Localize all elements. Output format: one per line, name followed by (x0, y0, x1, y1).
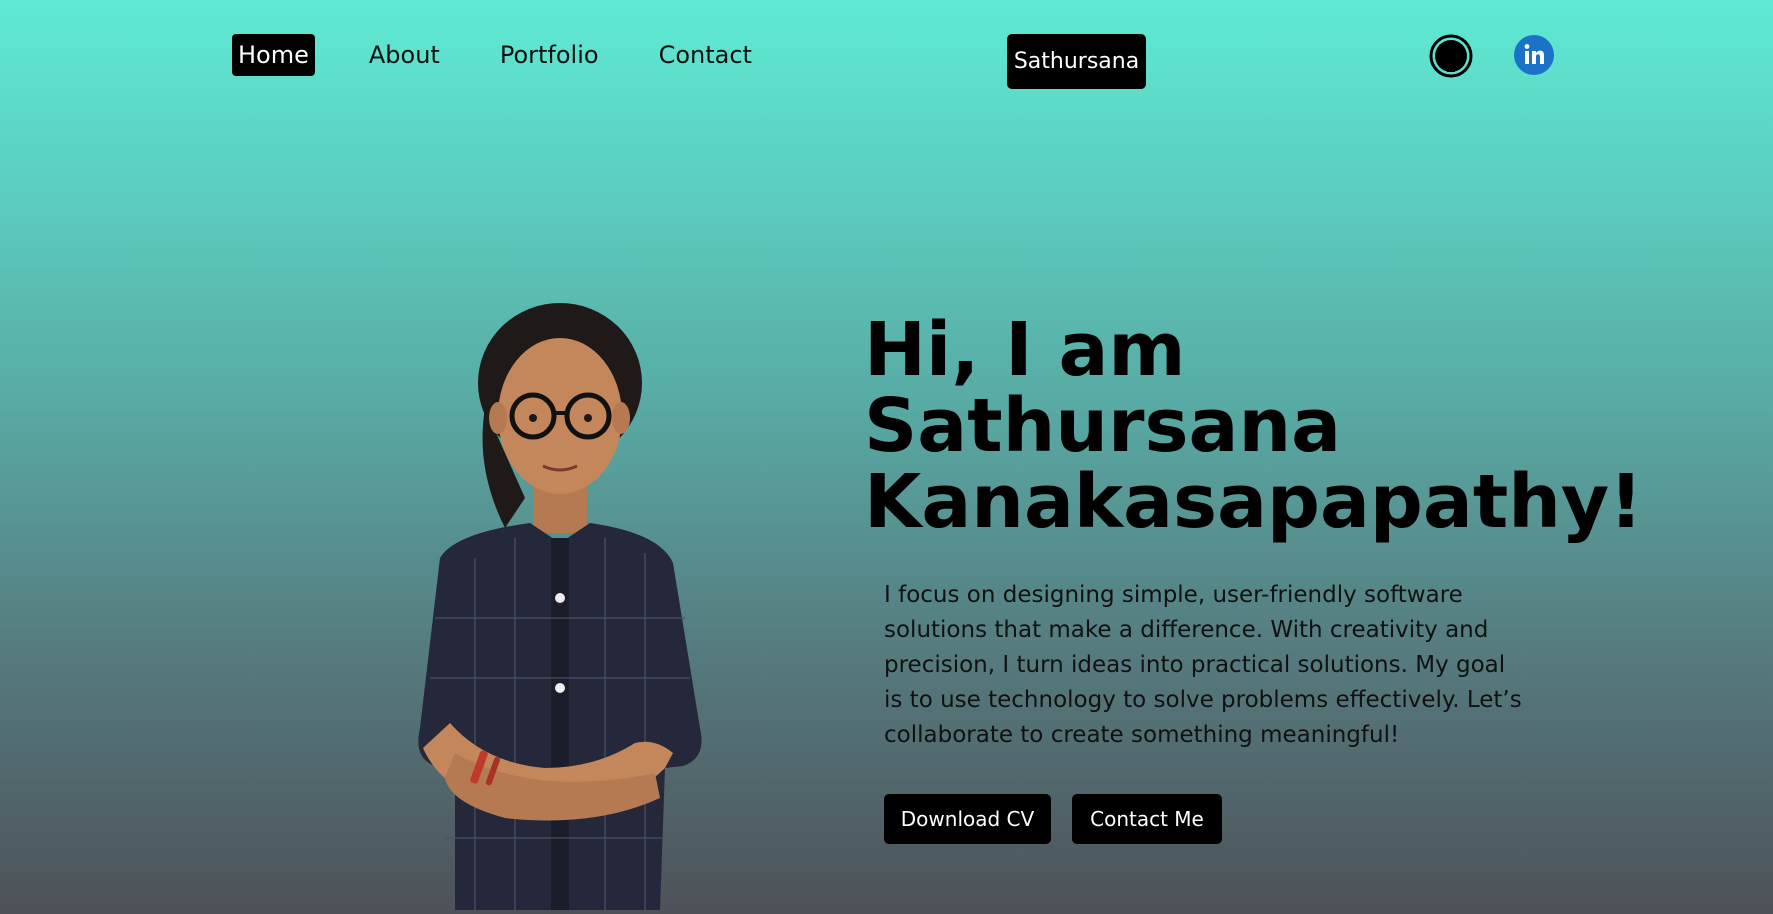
nav-home[interactable]: Home (232, 34, 315, 76)
linkedin-link[interactable] (1513, 34, 1555, 76)
github-link[interactable] (1429, 34, 1473, 78)
github-icon (1429, 34, 1473, 78)
linkedin-icon (1514, 35, 1554, 75)
brand-logo-button[interactable]: Sathursana (1007, 34, 1146, 89)
main-nav: Home About Portfolio Contact (232, 34, 806, 76)
contact-me-button[interactable]: Contact Me (1072, 794, 1222, 844)
nav-portfolio[interactable]: Portfolio (494, 37, 605, 73)
download-cv-button[interactable]: Download CV (884, 794, 1051, 844)
nav-contact[interactable]: Contact (653, 37, 758, 73)
hero-heading-line: Kanakasapapathy! (864, 459, 1643, 545)
hero-heading-line: Hi, I am (864, 307, 1186, 393)
hero-description: I focus on designing simple, user-friend… (884, 582, 1522, 748)
hero-heading-line: Sathursana (864, 383, 1342, 469)
hero-heading: Hi, I am Sathursana Kanakasapapathy! (864, 307, 1643, 545)
nav-about[interactable]: About (363, 37, 446, 73)
profile-photo (418, 303, 702, 910)
